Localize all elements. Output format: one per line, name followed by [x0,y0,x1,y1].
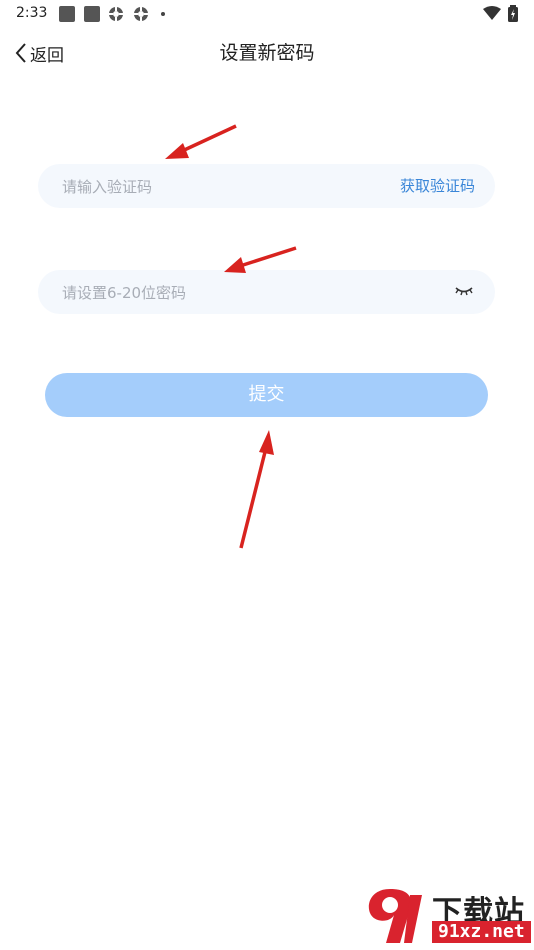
site-logo-icon [368,889,422,943]
status-time: 2:33 [16,5,48,21]
arrow-to-submit-button [239,430,274,549]
annotation-arrows [165,124,297,549]
sync-icon [134,7,148,21]
wifi-icon [483,6,501,20]
password-input[interactable] [60,270,384,316]
verification-code-field: 获取验证码 [38,164,495,210]
submit-button[interactable]: 提交 [45,373,488,417]
watermark-url: 91xz.net [432,921,531,943]
notification-icon [59,6,75,22]
page-title: 设置新密码 [219,42,315,64]
watermark: 下载站 91xz.net [360,885,531,947]
sync-icon [109,7,123,21]
arrow-to-code-field [165,124,237,159]
eye-closed-icon[interactable] [455,284,473,298]
notification-icon [84,6,100,22]
more-notifications-icon [161,12,165,16]
battery-icon [508,5,518,22]
password-field [38,270,495,316]
verification-code-input[interactable] [60,164,384,210]
get-code-button[interactable]: 获取验证码 [400,164,475,208]
status-bar: 2:33 [0,0,534,28]
